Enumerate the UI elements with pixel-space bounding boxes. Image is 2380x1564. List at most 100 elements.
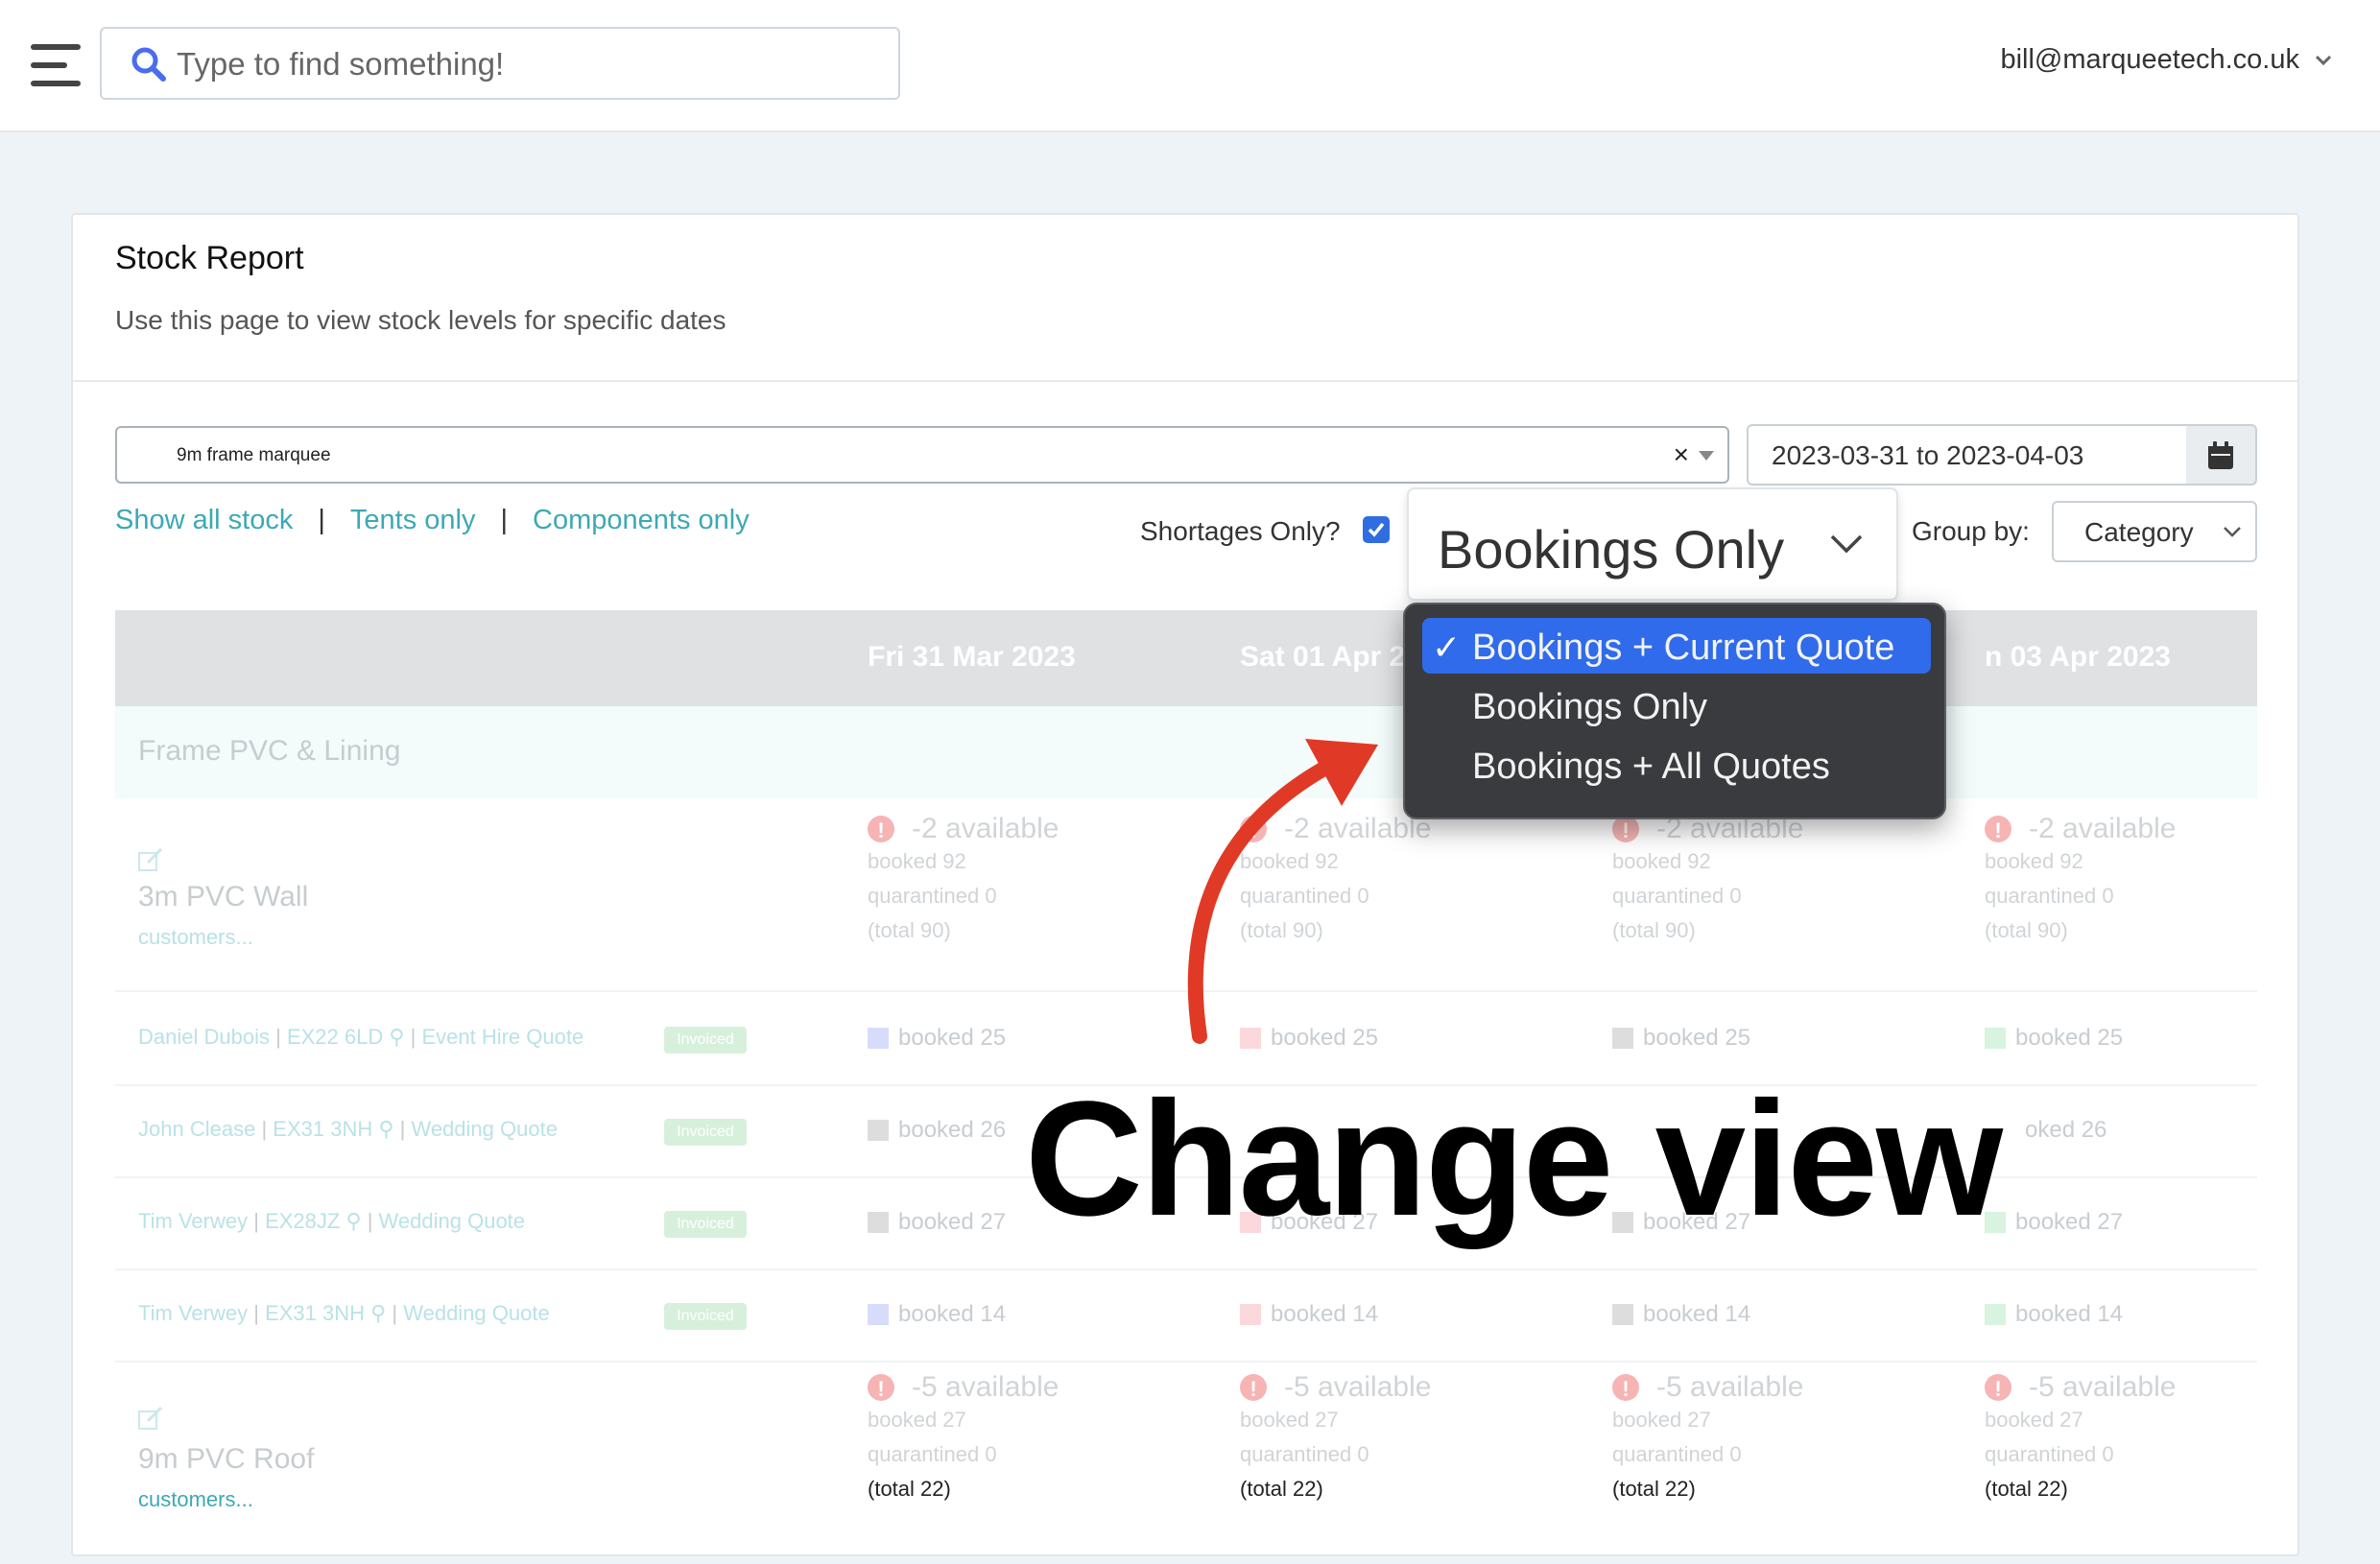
chevron-down-icon xyxy=(2224,527,2241,537)
alert-icon xyxy=(1240,1372,1267,1407)
booked-count: booked 14 xyxy=(1271,1301,1379,1327)
booked-count: booked 92 xyxy=(1612,849,1711,873)
booked-count: booked 14 xyxy=(1643,1301,1751,1327)
calendar-button[interactable] xyxy=(2186,424,2257,486)
checkmark-icon xyxy=(1368,522,1385,537)
column-header: Fri 31 Mar 2023 xyxy=(868,641,1076,673)
option-label: Bookings + All Quotes xyxy=(1472,746,1830,787)
stock-cell: -5 available booked 27 quarantined 0 (to… xyxy=(1985,1370,2176,1506)
card-divider xyxy=(73,380,2297,382)
page-subtitle: Use this page to view stock levels for s… xyxy=(115,305,726,335)
status-badge: Invoiced xyxy=(664,1303,747,1330)
show-all-stock-link[interactable]: Show all stock xyxy=(115,505,293,536)
stock-cell: -2 available booked 92 quarantined 0 (to… xyxy=(868,812,1059,948)
booked-count: booked 27 xyxy=(1985,1408,2083,1432)
option-label: Bookings + Current Quote xyxy=(1472,628,1895,668)
group-by-label: Group by: xyxy=(1912,516,2030,546)
date-range-field[interactable] xyxy=(1747,424,2188,486)
customers-link[interactable]: customers... xyxy=(138,1487,253,1512)
available-count: -2 available xyxy=(912,813,1059,844)
page-title: Stock Report xyxy=(115,240,304,276)
quote-link[interactable]: Wedding Quote xyxy=(403,1301,549,1325)
total-count: (total 22) xyxy=(1985,1477,2068,1501)
customer-link[interactable]: Tim Verwey xyxy=(138,1209,248,1233)
status-badge: Invoiced xyxy=(664,1211,747,1238)
customer-link[interactable]: John Clease xyxy=(138,1117,255,1141)
chevron-down-icon xyxy=(2315,55,2332,65)
date-range-input[interactable] xyxy=(1770,438,2167,474)
user-menu[interactable]: bill@marqueetech.co.uk xyxy=(2000,44,2332,76)
quote-link[interactable]: Wedding Quote xyxy=(379,1209,525,1233)
booked-count: booked 25 xyxy=(1643,1025,1751,1051)
edit-icon[interactable] xyxy=(138,848,163,871)
quarantined-count: quarantined 0 xyxy=(1985,884,2114,908)
stock-cell: -5 available booked 27 quarantined 0 (to… xyxy=(868,1370,1059,1506)
total-count: (total 90) xyxy=(1985,918,2068,942)
quarantined-count: quarantined 0 xyxy=(868,884,997,908)
quote-link[interactable]: Event Hire Quote xyxy=(421,1025,583,1049)
booked-count: booked 14 xyxy=(2015,1301,2124,1327)
view-option-bookings-all-quotes[interactable]: Bookings + All Quotes xyxy=(1422,737,1931,793)
quarantined-count: quarantined 0 xyxy=(1612,884,1742,908)
link-separator: | xyxy=(318,505,325,535)
quarantined-count: quarantined 0 xyxy=(868,1442,997,1466)
column-header: n 03 Apr 2023 xyxy=(1985,641,2171,673)
hamburger-menu-icon[interactable] xyxy=(31,44,81,86)
booked-count: booked 92 xyxy=(1985,849,2083,873)
color-swatch xyxy=(868,1212,889,1233)
item-name: 9m PVC Roof xyxy=(138,1443,315,1475)
edit-icon[interactable] xyxy=(138,1407,163,1430)
clear-product-icon[interactable]: × xyxy=(1674,439,1689,470)
alert-icon xyxy=(1612,814,1639,848)
map-pin-icon[interactable]: ⚲ xyxy=(345,1209,361,1233)
total-count: (total 22) xyxy=(868,1477,951,1501)
booked-count: booked 27 xyxy=(1612,1408,1711,1432)
booked-count: oked 26 xyxy=(2025,1117,2107,1143)
product-select-value: 9m frame marquee xyxy=(177,445,331,465)
booked-count: booked 25 xyxy=(2015,1025,2124,1051)
color-swatch xyxy=(868,1304,889,1325)
stock-cell: -2 available booked 92 quarantined 0 (to… xyxy=(1985,812,2176,948)
quarantined-count: quarantined 0 xyxy=(1240,1442,1369,1466)
annotation-arrow xyxy=(1187,739,1378,1044)
customers-link[interactable]: customers... xyxy=(138,925,253,950)
view-mode-select[interactable]: Bookings Only xyxy=(1407,487,1898,601)
stock-cell: -5 available booked 27 quarantined 0 (to… xyxy=(1240,1370,1431,1506)
color-swatch xyxy=(1612,1028,1633,1049)
search-input[interactable] xyxy=(175,38,889,90)
status-badge: Invoiced xyxy=(664,1119,747,1146)
alert-icon xyxy=(868,814,894,848)
booked-count: booked 25 xyxy=(898,1025,1007,1051)
customer-link[interactable]: Daniel Dubois xyxy=(138,1025,270,1049)
booked-count: booked 26 xyxy=(898,1117,1007,1143)
map-pin-icon[interactable]: ⚲ xyxy=(378,1117,393,1141)
postcode-link[interactable]: EX22 6LD xyxy=(287,1025,383,1049)
group-by-select[interactable]: Category xyxy=(2052,501,2257,562)
view-option-bookings-only[interactable]: Bookings Only xyxy=(1422,677,1931,733)
map-pin-icon[interactable]: ⚲ xyxy=(389,1025,404,1049)
postcode-link[interactable]: EX31 3NH xyxy=(273,1117,372,1141)
alert-icon xyxy=(1985,1372,2011,1407)
stock-cell: -5 available booked 27 quarantined 0 (to… xyxy=(1612,1370,1803,1506)
booking-row: Tim Verwey | EX31 3NH ⚲ | Wedding Quote … xyxy=(115,1268,2257,1361)
color-swatch xyxy=(1985,1028,2006,1049)
global-search[interactable] xyxy=(100,27,900,100)
category-name: Frame PVC & Lining xyxy=(138,735,401,767)
color-swatch xyxy=(1985,1304,2006,1325)
components-only-link[interactable]: Components only xyxy=(533,505,750,536)
postcode-link[interactable]: EX31 3NH xyxy=(265,1301,365,1325)
customer-link[interactable]: Tim Verwey xyxy=(138,1301,248,1325)
total-count: (total 22) xyxy=(1240,1477,1323,1501)
view-mode-value: Bookings Only xyxy=(1438,519,1785,580)
postcode-link[interactable]: EX28JZ xyxy=(265,1209,340,1233)
view-option-bookings-current-quote[interactable]: ✓ Bookings + Current Quote xyxy=(1422,618,1931,674)
caret-down-icon[interactable] xyxy=(1699,451,1714,461)
product-select[interactable]: 9m frame marquee × xyxy=(115,426,1729,484)
available-count: -5 available xyxy=(2029,1371,2177,1403)
shortages-only-checkbox[interactable] xyxy=(1363,516,1390,543)
shortages-only-label: Shortages Only? xyxy=(1140,516,1341,546)
map-pin-icon[interactable]: ⚲ xyxy=(370,1301,386,1325)
tents-only-link[interactable]: Tents only xyxy=(350,505,476,536)
color-swatch xyxy=(868,1028,889,1049)
quote-link[interactable]: Wedding Quote xyxy=(411,1117,557,1141)
